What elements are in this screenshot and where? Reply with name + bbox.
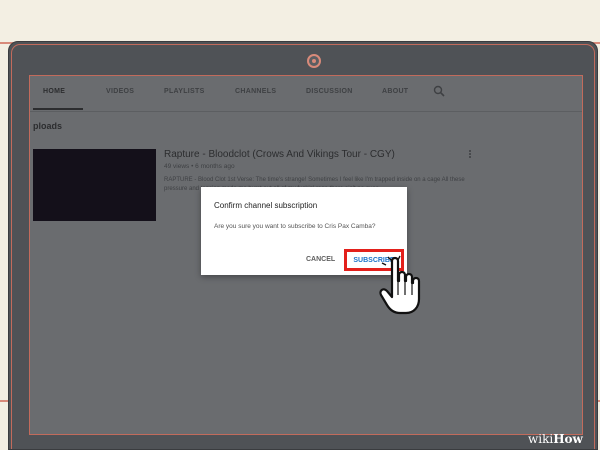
dialog-body: Are you sure you want to subscribe to Cr…	[214, 223, 376, 230]
tab-discussion[interactable]: DISCUSSION	[306, 88, 353, 95]
section-title: ploads	[33, 121, 63, 131]
dialog-title: Confirm channel subscription	[214, 201, 318, 210]
tab-videos[interactable]: VIDEOS	[106, 88, 134, 95]
watermark-wiki: wiki	[528, 432, 554, 446]
wikihow-watermark: wikiHow	[528, 432, 583, 446]
tab-channels[interactable]: CHANNELS	[235, 88, 276, 95]
channel-nav: HOME VIDEOS PLAYLISTS CHANNELS DISCUSSIO…	[29, 75, 583, 112]
pointing-hand-cursor-icon	[379, 255, 421, 315]
video-title[interactable]: Rapture - Bloodclot (Crows And Vikings T…	[164, 149, 395, 160]
watermark-how: How	[553, 432, 583, 446]
confirm-subscription-dialog: Confirm channel subscription Are you sur…	[201, 187, 407, 275]
webcam-icon	[307, 54, 321, 68]
cancel-button[interactable]: CANCEL	[306, 256, 335, 263]
tab-about[interactable]: ABOUT	[382, 88, 408, 95]
search-icon[interactable]	[433, 85, 445, 97]
active-tab-indicator	[33, 108, 83, 110]
video-meta: 49 views • 6 months ago	[164, 163, 235, 170]
tab-home[interactable]: HOME	[43, 88, 65, 95]
more-options-icon[interactable]	[466, 149, 474, 161]
video-thumbnail[interactable]	[33, 149, 156, 221]
tab-playlists[interactable]: PLAYLISTS	[164, 88, 205, 95]
